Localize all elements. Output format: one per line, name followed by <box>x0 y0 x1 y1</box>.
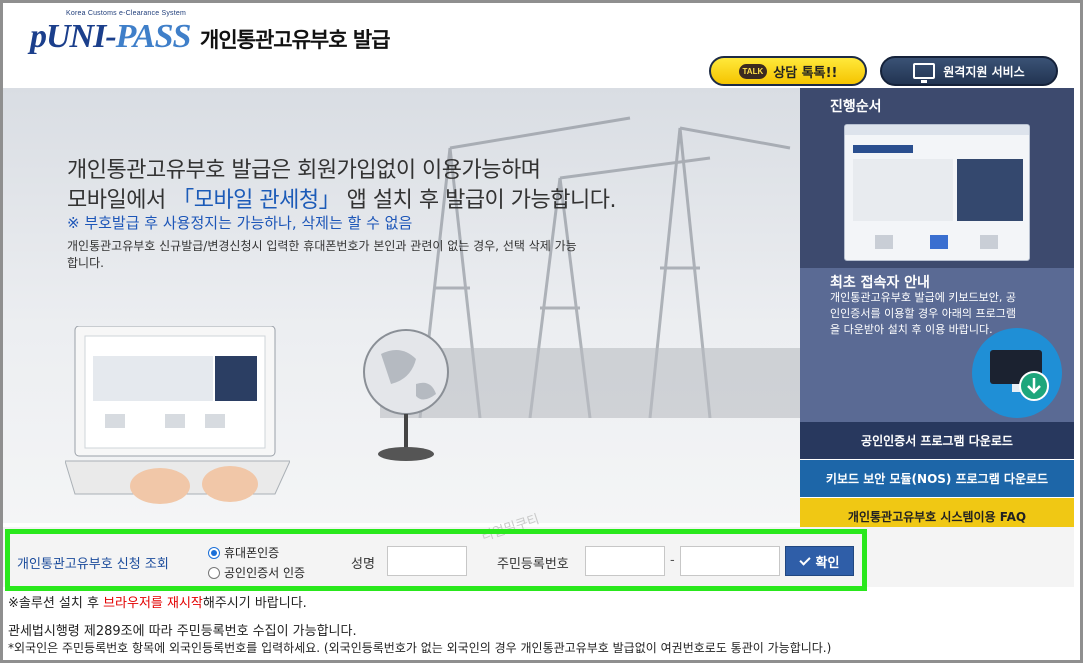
logo-wordmark: pUNI-PASS <box>30 18 191 55</box>
phone-auth-radio[interactable]: 휴대폰인증 <box>208 544 279 561</box>
rrn-back-input[interactable] <box>680 546 780 576</box>
rrn-label: 주민등록번호 <box>497 557 569 572</box>
process-title: 진행순서 <box>830 99 882 115</box>
foreigner-notice: *외국인은 주민등록번호 항목에 외국인등록번호를 입력하세요. (외국인등록번… <box>8 641 832 655</box>
mobile-app-highlight: 「모바일 관세청」 <box>172 188 341 213</box>
download-monitor-icon <box>972 328 1062 418</box>
name-input[interactable] <box>387 546 467 576</box>
unipass-logo[interactable]: Korea Customs e-Clearance System pUNI-PA… <box>30 10 200 60</box>
check-icon <box>798 553 811 566</box>
hero-headline-2: 모바일에서 「모바일 관세청」 앱 설치 후 발급이 가능합니다. <box>67 188 616 213</box>
lookup-form-title: 개인통관고유부호 신청 조회 <box>17 557 169 572</box>
talk-icon: TALK <box>738 63 768 79</box>
confirm-button[interactable]: 확인 <box>785 546 854 576</box>
hero-description: 개인통관고유부호 신규발급/변경신청시 입력한 휴대폰번호가 본인과 관련이 없… <box>67 239 577 270</box>
globe-illustration <box>363 329 449 461</box>
monitor-icon <box>913 63 936 83</box>
laptop-illustration <box>65 326 290 504</box>
process-preview-image <box>845 125 1029 249</box>
rrn-front-input[interactable] <box>585 546 665 576</box>
process-thumbnail[interactable] <box>844 124 1030 261</box>
hero-banner: 개인통관고유부호 발급은 회원가입없이 이용가능하며 모바일에서 「모바일 관세… <box>3 88 800 523</box>
keyboard-security-download-button[interactable]: 키보드 보안 모듈(NOS) 프로그램 다운로드 <box>800 460 1074 497</box>
cert-auth-radio[interactable]: 공인인증서 인증 <box>208 564 305 581</box>
guide-title: 최초 접속자 안내 <box>830 275 930 291</box>
name-label: 성명 <box>351 557 375 572</box>
radio-selected-icon <box>208 546 220 559</box>
talk-consult-label: 상담 톡톡!! <box>773 65 838 81</box>
restart-browser-highlight: 브라우저를 재시작 <box>103 596 203 611</box>
remote-support-button[interactable]: 원격지원 서비스 <box>880 56 1058 86</box>
cert-auth-label: 공인인증서 인증 <box>224 566 306 580</box>
cert-program-download-button[interactable]: 공인인증서 프로그램 다운로드 <box>800 422 1074 459</box>
first-visitor-guide: 최초 접속자 안내 개인통관고유부호 발급에 키보드보안, 공인인증서를 이용할… <box>800 268 1074 422</box>
rrn-collection-notice: 관세법시행령 제289조에 따라 주민등록번호 수집이 가능합니다. <box>8 624 357 639</box>
right-sidebar: 진행순서 최초 접속자 안내 개인통관고유부호 발급에 키보드보안, 공인인증서… <box>800 88 1074 535</box>
radio-unselected-icon <box>208 566 220 579</box>
talk-consult-button[interactable]: TALK 상담 톡톡!! <box>709 56 867 86</box>
remote-support-label: 원격지원 서비스 <box>943 64 1025 79</box>
hero-note: ※ 부호발급 후 사용정지는 가능하나, 삭제는 할 수 없음 <box>67 214 413 232</box>
logo-subtitle: Korea Customs e-Clearance System <box>66 10 186 17</box>
page-title: 개인통관고유부호 발급 <box>200 28 391 52</box>
hero-headline-1: 개인통관고유부호 발급은 회원가입없이 이용가능하며 <box>67 158 541 183</box>
rrn-separator: - <box>670 553 675 568</box>
restart-browser-notice: ※솔루션 설치 후 브라우저를 재시작해주시기 바랍니다. <box>8 596 307 611</box>
phone-auth-label: 휴대폰인증 <box>224 546 280 560</box>
confirm-label: 확인 <box>815 555 840 571</box>
process-panel: 진행순서 <box>800 88 1074 268</box>
